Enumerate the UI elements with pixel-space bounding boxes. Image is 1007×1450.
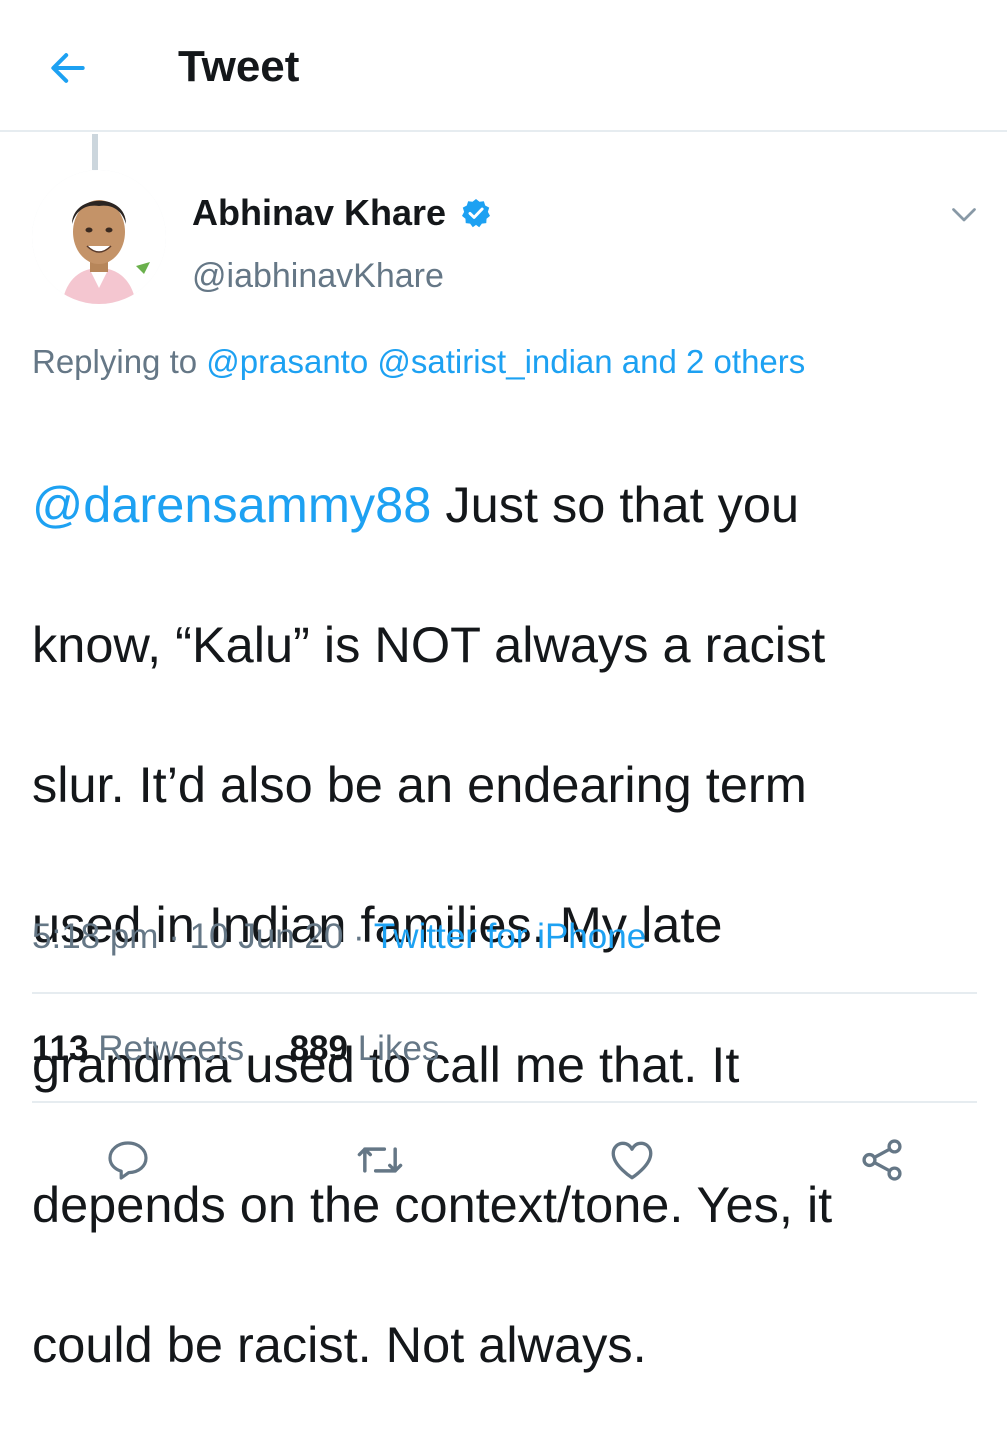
tweet-date: 10 Jun 20 <box>189 917 344 956</box>
reply-icon <box>108 1141 148 1180</box>
retweet-button[interactable] <box>350 1130 410 1190</box>
replying-to: Replying to @prasanto @satirist_indian a… <box>32 340 805 384</box>
heart-icon <box>611 1141 653 1180</box>
page-title: Tweet <box>178 42 300 91</box>
more-options-button[interactable] <box>946 196 982 232</box>
tweet-line-2: know, “Kalu” is NOT always a racist <box>32 616 826 673</box>
tweet-source-link[interactable]: Twitter for iPhone <box>374 917 646 956</box>
meta-separator: · <box>158 917 190 956</box>
retweets-stat[interactable]: 113 Retweets <box>32 1029 244 1068</box>
top-bar: Tweet <box>0 0 1007 132</box>
share-button[interactable] <box>852 1130 912 1190</box>
chevron-down-icon <box>952 208 976 222</box>
share-icon <box>862 1139 902 1181</box>
action-bar <box>0 1130 1007 1190</box>
author-handle[interactable]: @iabhinavKhare <box>192 254 444 298</box>
tweet-meta: 5:18 pm · 10 Jun 20 · Twitter for iPhone <box>32 914 646 960</box>
tweet-mention-link[interactable]: @darensammy88 <box>32 476 431 533</box>
verified-badge-icon <box>462 199 491 228</box>
replying-to-label: Replying to <box>32 343 198 380</box>
likes-label: Likes <box>357 1029 440 1068</box>
avatar[interactable] <box>32 170 166 304</box>
divider <box>32 1101 977 1103</box>
tweet-line-1-text: Just so that you <box>431 476 800 533</box>
likes-stat[interactable]: 889 Likes <box>290 1029 440 1068</box>
retweets-count: 113 <box>32 1029 89 1068</box>
arrow-left-icon <box>51 53 85 83</box>
back-button[interactable] <box>42 42 94 94</box>
tweet-time: 5:18 pm <box>32 917 159 956</box>
profile-photo <box>32 170 166 304</box>
author-display-name[interactable]: Abhinav Khare <box>192 190 492 236</box>
retweet-icon <box>357 1147 403 1173</box>
retweets-label: Retweets <box>98 1029 245 1068</box>
divider <box>32 992 977 994</box>
author-name-text: Abhinav Khare <box>192 192 447 233</box>
tweet-line-3: slur. It’d also be an endearing term <box>32 756 807 813</box>
like-button[interactable] <box>602 1130 662 1190</box>
meta-separator: · <box>343 917 374 956</box>
tweet-line-1: @darensammy88 Just so that you <box>32 470 982 540</box>
likes-count: 889 <box>289 1029 348 1068</box>
tweet-stats: 113 Retweets 889 Likes <box>32 1026 439 1072</box>
tweet-line-7: could be racist. Not always. <box>32 1316 647 1373</box>
thread-connector-line <box>92 134 98 170</box>
reply-button[interactable] <box>98 1130 158 1190</box>
replying-to-mentions[interactable]: @prasanto @satirist_indian and 2 others <box>206 343 805 380</box>
